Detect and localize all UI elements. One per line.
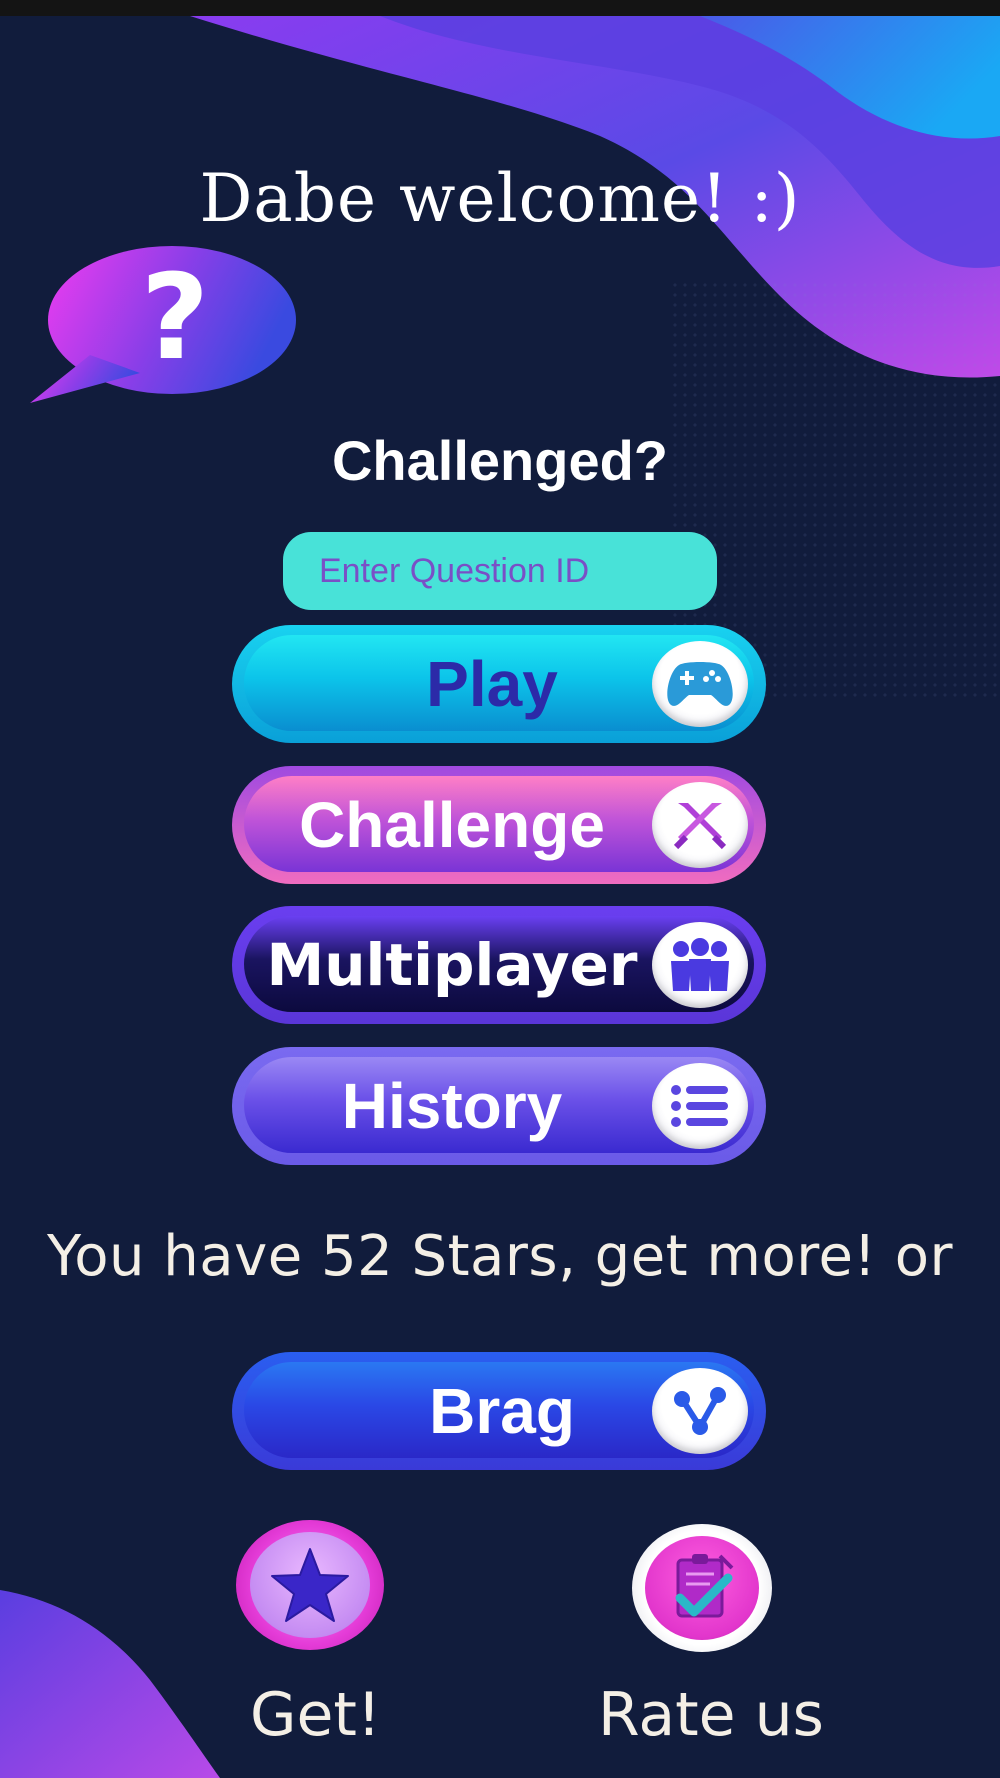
play-button-label: Play xyxy=(426,648,558,720)
welcome-title: Dabe welcome! :) xyxy=(199,160,801,237)
rate-us-caption: Rate us xyxy=(598,1680,824,1750)
gamepad-icon xyxy=(667,662,733,706)
question-mark-symbol: ? xyxy=(140,248,210,386)
get-stars-button-face xyxy=(250,1532,370,1638)
main-screen: Dabe welcome! :) ? Challenged? Play xyxy=(0,0,1000,1778)
challenge-button-label: Challenge xyxy=(299,789,605,861)
get-stars-button[interactable] xyxy=(236,1520,384,1650)
challenge-button[interactable]: Challenge xyxy=(232,766,766,884)
history-button-label: History xyxy=(341,1070,563,1142)
list-icon xyxy=(671,1085,728,1127)
history-button-icon-holder xyxy=(652,1063,748,1149)
brag-button-icon-holder xyxy=(652,1368,748,1454)
status-bar xyxy=(0,0,1000,16)
challenge-button-icon-holder xyxy=(652,782,748,868)
star-icon xyxy=(271,1548,349,1622)
bottom-left-wave-decoration xyxy=(0,1590,220,1778)
question-id-input[interactable] xyxy=(283,532,717,610)
brag-button-label: Brag xyxy=(429,1375,575,1447)
challenged-heading: Challenged? xyxy=(331,429,669,492)
multiplayer-button-label: Multiplayer xyxy=(266,931,638,999)
play-button[interactable]: Play xyxy=(232,625,766,743)
share-icon xyxy=(674,1387,726,1435)
stars-message: You have 52 Stars, get more! or xyxy=(46,1224,954,1289)
brag-button[interactable]: Brag xyxy=(232,1352,766,1470)
rating-checklist-icon xyxy=(675,1554,734,1618)
multiplayer-button-icon-holder xyxy=(652,922,748,1008)
history-button[interactable]: History xyxy=(232,1047,766,1165)
play-button-icon-holder xyxy=(652,641,748,727)
rate-us-button-face xyxy=(645,1536,759,1640)
rate-us-button[interactable] xyxy=(632,1524,772,1652)
get-stars-caption: Get! xyxy=(250,1680,381,1750)
multiplayer-button[interactable]: Multiplayer xyxy=(232,906,766,1024)
group-icon xyxy=(671,938,729,991)
crossed-swords-icon xyxy=(673,803,727,850)
